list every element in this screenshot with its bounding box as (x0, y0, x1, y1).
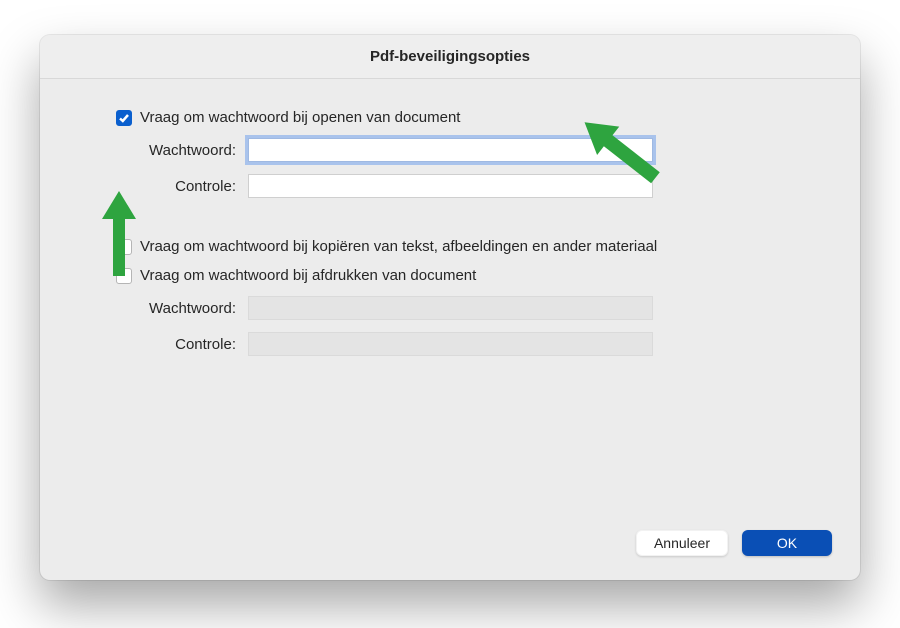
checkmark-icon (118, 112, 130, 124)
open-password-section: Vraag om wachtwoord bij openen van docum… (76, 109, 824, 198)
perm-verify-row: Controle: (76, 332, 824, 356)
perm-verify-input (248, 332, 653, 356)
dialog-window: Pdf-beveiligingsopties Vraag om wachtwoo… (40, 35, 860, 580)
ok-button[interactable]: OK (742, 530, 832, 556)
permissions-password-section: Vraag om wachtwoord bij kopiëren van tek… (76, 238, 824, 356)
require-print-password-row: Vraag om wachtwoord bij afdrukken van do… (76, 267, 824, 284)
open-verify-label: Controle: (116, 178, 248, 195)
titlebar: Pdf-beveiligingsopties (40, 35, 860, 79)
open-verify-input[interactable] (248, 174, 653, 198)
open-password-row: Wachtwoord: (76, 138, 824, 162)
require-print-password-label: Vraag om wachtwoord bij afdrukken van do… (140, 267, 476, 284)
require-print-password-checkbox[interactable] (116, 268, 132, 284)
open-verify-row: Controle: (76, 174, 824, 198)
require-copy-password-checkbox[interactable] (116, 239, 132, 255)
dialog-footer: Annuleer OK (636, 530, 832, 556)
require-open-password-row: Vraag om wachtwoord bij openen van docum… (76, 109, 824, 126)
require-open-password-label: Vraag om wachtwoord bij openen van docum… (140, 109, 460, 126)
perm-password-row: Wachtwoord: (76, 296, 824, 320)
open-password-label: Wachtwoord: (116, 142, 248, 159)
dialog-content: Vraag om wachtwoord bij openen van docum… (40, 79, 860, 416)
perm-verify-label: Controle: (116, 336, 248, 353)
cancel-button[interactable]: Annuleer (636, 530, 728, 556)
require-open-password-checkbox[interactable] (116, 110, 132, 126)
open-password-input[interactable] (248, 138, 653, 162)
require-copy-password-label: Vraag om wachtwoord bij kopiëren van tek… (140, 238, 657, 255)
perm-password-label: Wachtwoord: (116, 300, 248, 317)
perm-password-input (248, 296, 653, 320)
window-title: Pdf-beveiligingsopties (370, 48, 530, 65)
require-copy-password-row: Vraag om wachtwoord bij kopiëren van tek… (76, 238, 824, 255)
